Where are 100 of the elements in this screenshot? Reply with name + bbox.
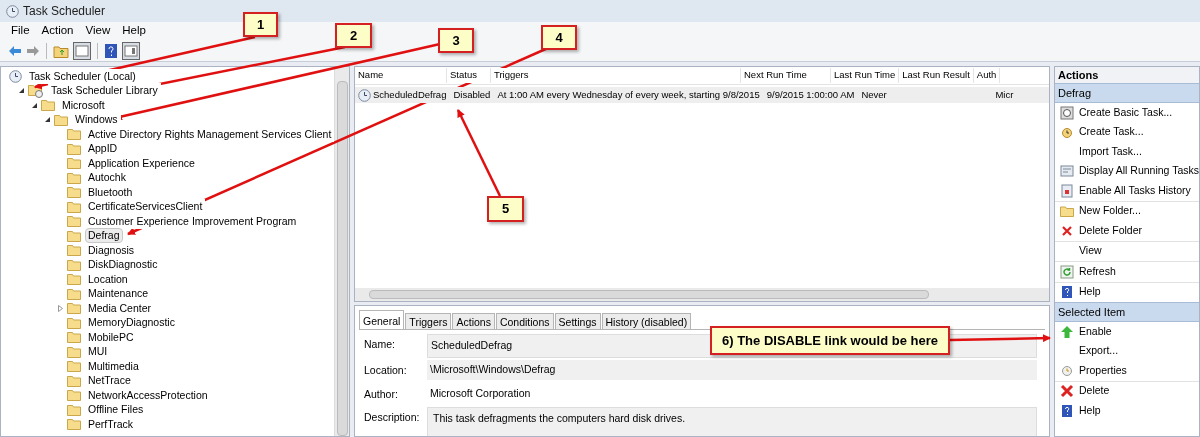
field-value: \Microsoft\Windows\Defrag [427, 359, 1037, 380]
action-link[interactable]: Enable [1079, 323, 1112, 340]
folder-icon [67, 244, 81, 257]
callout-tooltip: 4 [541, 25, 577, 50]
table-cell-text: Micr [995, 87, 1014, 102]
tab[interactable]: General [359, 310, 405, 329]
table-cell-text: Never [861, 87, 887, 102]
table-cell-text: ScheduledDefrag [373, 87, 447, 102]
tree-item[interactable]: MemoryDiagnostic [85, 315, 178, 331]
column-header[interactable]: Name [355, 68, 447, 83]
folder-icon [67, 403, 81, 416]
help-icon [1060, 285, 1074, 300]
help-icon [1060, 403, 1074, 418]
folder-icon [67, 157, 81, 170]
help-icon[interactable] [104, 42, 118, 59]
field-label: Author: [363, 386, 399, 402]
tab[interactable]: Actions [452, 313, 495, 329]
folder-icon [67, 128, 81, 141]
delete-icon [1060, 384, 1074, 399]
wizard-icon [1060, 105, 1074, 120]
tree-item[interactable]: DiskDiagnostic [85, 257, 161, 273]
callout-tooltip: 1 [243, 12, 278, 37]
folder-icon [67, 389, 81, 402]
folder-icon [67, 345, 81, 358]
field-label: Description: [363, 410, 421, 426]
scrollbar[interactable] [334, 67, 349, 436]
horizontal-scrollbar[interactable] [355, 288, 1049, 301]
expanded-arrow-icon[interactable] [44, 116, 51, 124]
action-link[interactable]: New Folder... [1079, 203, 1141, 220]
tree-item[interactable]: Defrag [85, 228, 123, 244]
folder-icon [67, 229, 81, 242]
tree-item[interactable]: Task Scheduler (Local) [26, 68, 139, 84]
callout-tooltip: 5 [487, 196, 524, 222]
folder-icon [67, 258, 81, 271]
section-header[interactable]: Selected Item [1055, 302, 1199, 322]
tab[interactable]: Settings [554, 313, 601, 329]
back-arrow-icon[interactable] [8, 44, 22, 57]
action-link[interactable]: Help [1079, 402, 1101, 419]
tree-item[interactable]: Task Scheduler Library [48, 83, 161, 99]
folder-icon [67, 171, 81, 184]
clock-icon [6, 4, 19, 18]
table-cell-text: 9/9/2015 1:00:00 AM [766, 87, 855, 102]
up-arrow-icon [1060, 324, 1074, 339]
tab[interactable]: Triggers [405, 313, 452, 329]
action-link[interactable]: Create Basic Task... [1079, 104, 1173, 121]
expanded-arrow-icon[interactable] [31, 101, 38, 109]
table-row[interactable]: ScheduledDefrag Disabled At 1:00 AM every Wednesday of every week, starting 9/8/2015 9/9/2015 1:00:00 AM Never Micr [355, 87, 1049, 103]
action-link[interactable]: Export... [1079, 343, 1119, 360]
table-cell-text: At 1:00 AM every Wednesday of every week, starting 9/8/2015 [497, 87, 760, 102]
action-link[interactable]: Properties [1079, 362, 1127, 379]
action-link[interactable]: Delete [1079, 383, 1110, 400]
action-link[interactable]: Import Task... [1079, 143, 1142, 160]
clock-icon [9, 69, 22, 83]
column-header[interactable]: Auth [973, 68, 1001, 83]
folder-icon [54, 113, 68, 126]
panel-icon[interactable] [73, 41, 91, 60]
menu-item[interactable]: File [6, 22, 35, 40]
column-header[interactable]: Status [447, 68, 491, 83]
field-value: Microsoft Corporation [429, 385, 532, 401]
clock-icon [1060, 363, 1074, 378]
window-list-icon [1059, 164, 1074, 179]
tab[interactable]: History (disabled) [601, 313, 692, 329]
expanded-arrow-icon[interactable] [18, 87, 25, 95]
action-link[interactable]: Display All Running Tasks [1078, 163, 1199, 180]
folder-icon [67, 316, 81, 329]
window-title: Task Scheduler [23, 3, 106, 20]
menu-item[interactable]: View [80, 22, 116, 40]
field-label: Name: [363, 337, 396, 352]
document-icon [1060, 183, 1074, 198]
forward-arrow-icon[interactable] [26, 44, 40, 57]
delete-icon [1060, 223, 1074, 238]
tab[interactable]: Conditions [495, 313, 554, 329]
folder-icon [67, 142, 81, 155]
collapsed-arrow-icon[interactable] [57, 304, 64, 312]
field-label: Location: [363, 362, 408, 378]
folder-icon [67, 273, 81, 286]
clock-icon [358, 88, 371, 102]
column-header[interactable]: Last Run Time [831, 68, 900, 83]
text-area[interactable]: This task defragments the computers hard disk drives. [427, 407, 1037, 436]
column-header[interactable]: Triggers [491, 68, 741, 83]
folder-clock-icon [28, 83, 44, 98]
panel-icon[interactable] [122, 41, 140, 60]
callout-tooltip: 2 [335, 23, 372, 48]
action-link[interactable]: Help [1079, 284, 1101, 301]
action-link[interactable]: Enable All Tasks History [1079, 182, 1191, 199]
new-folder-icon [1060, 204, 1074, 219]
action-link[interactable]: Create Task... [1079, 124, 1144, 141]
section-header[interactable]: Defrag [1055, 83, 1199, 103]
action-link[interactable]: Delete Folder [1079, 222, 1143, 239]
menu-item[interactable]: Help [117, 22, 151, 40]
folder-icon [67, 360, 81, 373]
column-header[interactable]: Next Run Time [741, 68, 831, 83]
callout-tooltip: 3 [438, 28, 474, 53]
action-link[interactable]: View [1079, 243, 1102, 260]
folder-icon [67, 186, 81, 199]
tree-item[interactable]: CertificateServicesClient [85, 199, 206, 215]
folder-icon [41, 99, 55, 112]
menu-item[interactable]: Action [36, 22, 79, 40]
action-link[interactable]: Refresh [1079, 263, 1116, 280]
folder-icon [67, 331, 81, 344]
